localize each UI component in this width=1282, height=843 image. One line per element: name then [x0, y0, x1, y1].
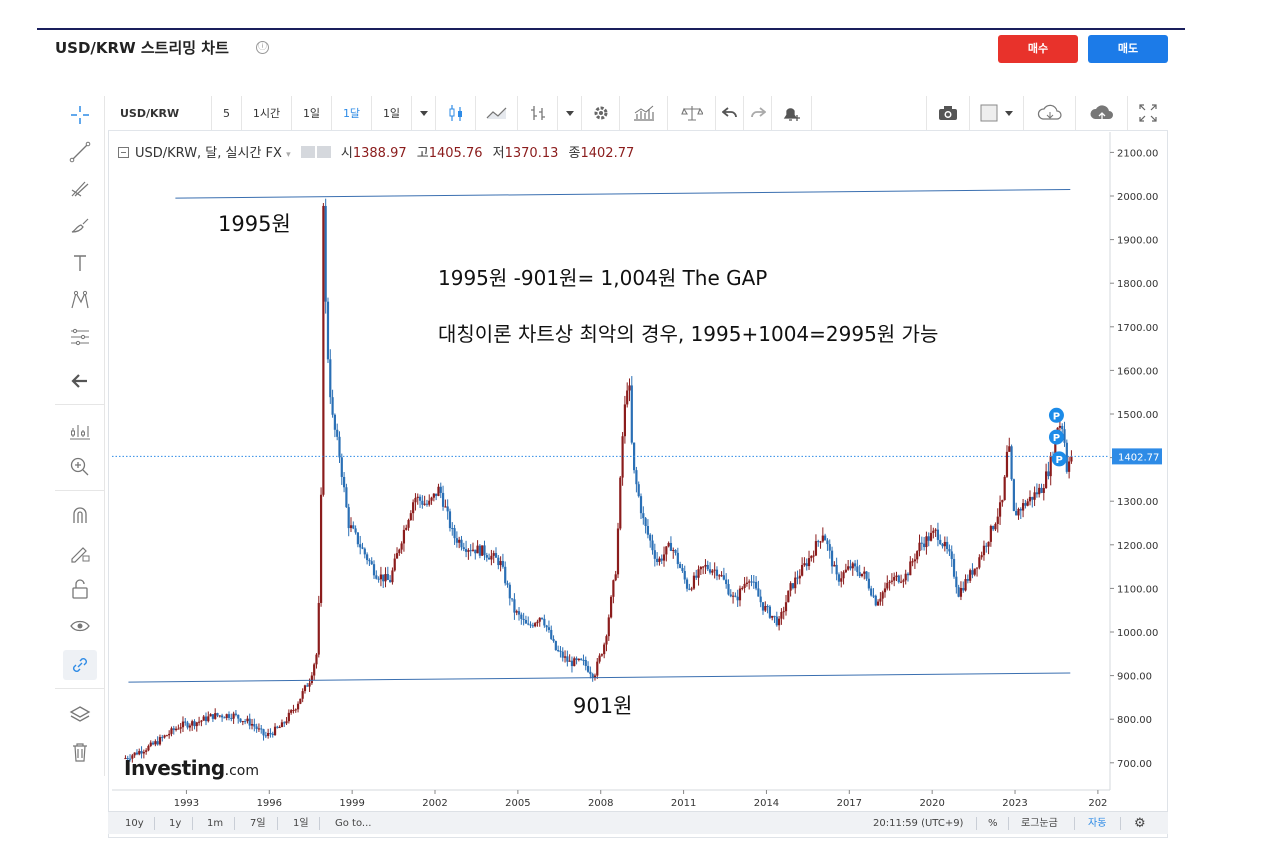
close-label: 종: [568, 146, 581, 161]
info-icon[interactable]: ⓘ: [256, 41, 269, 54]
trough-annotation: 901원: [573, 694, 633, 718]
fullscreen-icon[interactable]: [1128, 96, 1168, 130]
trend-line-icon[interactable]: [63, 137, 97, 167]
interval-1d[interactable]: 1일: [292, 96, 332, 130]
redo-icon[interactable]: [744, 96, 772, 130]
crosshair-icon[interactable]: [63, 100, 97, 130]
settings-icon[interactable]: [582, 96, 620, 130]
page-title: USD/KRW 스트리밍 차트: [55, 39, 229, 57]
zoom-in-icon[interactable]: [63, 452, 97, 482]
legend-settings-icon[interactable]: [316, 146, 331, 158]
trash-icon[interactable]: [63, 737, 97, 767]
chart-type-dropdown-icon[interactable]: [558, 96, 582, 130]
percent-toggle[interactable]: %: [988, 812, 998, 835]
indicators-icon[interactable]: [63, 416, 97, 446]
sell-button[interactable]: 매도: [1088, 35, 1168, 63]
range-7d[interactable]: 7일: [250, 812, 266, 835]
brush-icon[interactable]: [63, 211, 97, 241]
text-icon[interactable]: [63, 248, 97, 278]
chart-toolbar: USD/KRW 5 1시간 1일 1달 1일: [108, 96, 1168, 131]
eye-icon[interactable]: [63, 611, 97, 641]
clock-readout: 20:11:59 (UTC+9): [873, 818, 964, 829]
legend-collapse-icon[interactable]: [118, 147, 129, 158]
drawing-toolbar: [55, 96, 105, 776]
range-10y[interactable]: 10y: [125, 812, 144, 835]
buy-button[interactable]: 매수: [998, 35, 1078, 63]
range-bar: 10y 1y 1m 7일 1일 Go to... 20:11:59 (UTC+9…: [108, 811, 1168, 834]
unlock-icon[interactable]: [63, 574, 97, 604]
high-label: 고: [416, 146, 429, 161]
measure-icon[interactable]: [63, 322, 97, 352]
legend-symbol: USD/KRW, 달, 실시간 FX: [135, 146, 282, 161]
investing-logo: Investing.com: [124, 756, 260, 780]
magnet-icon[interactable]: [63, 500, 97, 530]
undo-icon[interactable]: [716, 96, 744, 130]
alert-icon[interactable]: [772, 96, 812, 130]
camera-icon[interactable]: [926, 96, 970, 130]
log-scale-toggle[interactable]: 로그눈금: [1021, 812, 1058, 835]
auto-scale-toggle[interactable]: 자동: [1088, 812, 1106, 835]
open-value: 1388.97: [352, 146, 407, 161]
cloud-save-icon[interactable]: [1024, 96, 1076, 130]
range-1m[interactable]: 1m: [207, 812, 223, 835]
go-to-button[interactable]: Go to...: [335, 812, 371, 835]
legend-dropdown-icon[interactable]: ▾: [286, 150, 291, 160]
lock-drawing-icon[interactable]: [63, 537, 97, 567]
bar-type-icon[interactable]: [518, 96, 558, 130]
scale-settings-icon[interactable]: ⚙: [1134, 812, 1146, 835]
interval-custom[interactable]: 1일: [372, 96, 412, 130]
low-value: 1370.13: [504, 146, 559, 161]
interval-5[interactable]: 5: [212, 96, 242, 130]
compare-icon[interactable]: [668, 96, 716, 130]
range-1d[interactable]: 1일: [293, 812, 309, 835]
layers-icon[interactable]: [63, 700, 97, 730]
range-1y[interactable]: 1y: [169, 812, 181, 835]
line-chart-icon[interactable]: [476, 96, 518, 130]
top-divider: [37, 28, 1185, 30]
interval-1mo[interactable]: 1달: [332, 96, 372, 130]
interval-dropdown-icon[interactable]: [412, 96, 436, 130]
cloud-load-icon[interactable]: [1076, 96, 1128, 130]
close-value: 1402.77: [580, 146, 635, 161]
fib-icon[interactable]: [63, 174, 97, 204]
ohlc-legend: USD/KRW, 달, 실시간 FX ▾ 시1388.97 고1405.76 저…: [118, 142, 634, 161]
interval-1h[interactable]: 1시간: [242, 96, 292, 130]
legend-visibility-icon[interactable]: [300, 146, 315, 158]
back-arrow-icon[interactable]: [63, 366, 97, 396]
color-box-icon[interactable]: [970, 96, 1024, 130]
low-label: 저: [492, 146, 505, 161]
pattern-icon[interactable]: [63, 285, 97, 315]
open-label: 시: [340, 146, 353, 161]
link-icon[interactable]: [63, 650, 97, 680]
peak-annotation: 1995원: [218, 212, 291, 236]
indicator-icon[interactable]: [620, 96, 668, 130]
scenario-annotation: 대칭이론 차트상 최악의 경우, 1995+1004=2995원 가능: [438, 322, 939, 346]
symbol-field[interactable]: USD/KRW: [108, 96, 212, 130]
high-value: 1405.76: [428, 146, 483, 161]
candle-icon[interactable]: [436, 96, 476, 130]
gap-annotation: 1995원 -901원= 1,004원 The GAP: [438, 266, 768, 290]
